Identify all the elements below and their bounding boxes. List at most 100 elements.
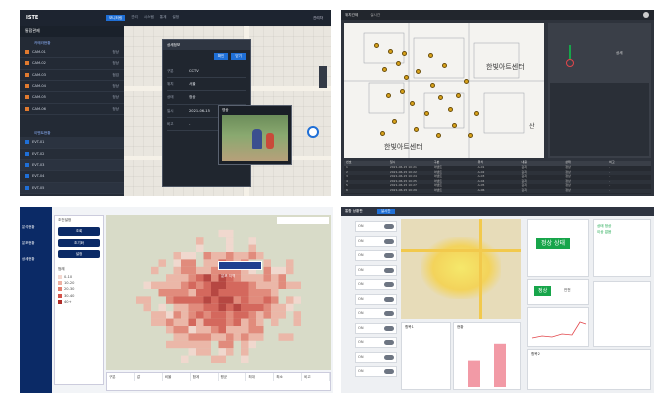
p3-sidebar-item[interactable]: 분포현황 xyxy=(20,235,52,251)
camera-row[interactable]: CAM-02 정상 xyxy=(20,58,124,70)
toggle-switch[interactable] xyxy=(384,354,394,360)
top-header: ISTE 모니터링 관리 시스템 통계 설정 관리자 xyxy=(20,10,331,26)
top-tab[interactable]: 통계 xyxy=(160,15,167,21)
map-marker[interactable] xyxy=(468,133,473,138)
p3-sidebar-item[interactable]: 분석현황 xyxy=(20,219,52,235)
p3-map[interactable]: 분포 지역 xyxy=(106,215,331,370)
group-event[interactable]: 이벤트현황 xyxy=(20,125,124,137)
toggle-switch[interactable] xyxy=(384,238,394,244)
map-marker[interactable] xyxy=(428,53,433,58)
top-tab[interactable]: 설정 xyxy=(172,15,179,21)
camera-row[interactable]: CAM-03 점검 xyxy=(20,70,124,82)
camera-row[interactable]: CAM-04 정상 xyxy=(20,81,124,93)
heat-cell xyxy=(181,252,189,260)
heat-cell xyxy=(166,289,174,297)
chart-bar xyxy=(494,343,506,387)
map-marker[interactable] xyxy=(436,133,441,138)
heat-cell xyxy=(241,348,249,356)
map-marker[interactable] xyxy=(430,83,435,88)
map-marker[interactable] xyxy=(392,119,397,124)
group-camera[interactable]: 카메라현황 xyxy=(20,37,124,47)
heat-cell xyxy=(278,281,286,289)
p4-chart-title: 현황 xyxy=(457,325,464,329)
heat-cell xyxy=(248,274,256,282)
camera-row[interactable]: CAM-05 정상 xyxy=(20,92,124,104)
toggle-switch[interactable] xyxy=(384,282,394,287)
alert-marker[interactable] xyxy=(566,59,574,67)
heat-cell xyxy=(173,303,181,312)
popup-close-button[interactable]: 닫기 xyxy=(231,53,246,60)
location-marker[interactable] xyxy=(307,126,319,138)
p3-filter-button[interactable]: 조회 xyxy=(58,227,100,236)
heat-cell xyxy=(256,296,264,304)
popup-confirm-button[interactable]: 확인 xyxy=(213,53,229,60)
p4-map[interactable] xyxy=(401,219,521,319)
map-marker[interactable] xyxy=(382,67,387,72)
p3-filter-button[interactable]: 초기화 xyxy=(58,238,100,247)
map-marker[interactable] xyxy=(416,69,421,74)
heat-cell xyxy=(218,326,226,334)
map-marker[interactable] xyxy=(456,93,461,98)
map-marker[interactable] xyxy=(410,101,415,106)
map-marker[interactable] xyxy=(400,89,405,94)
zoom-controls[interactable] xyxy=(319,66,327,88)
map-marker[interactable] xyxy=(374,43,379,48)
map-marker[interactable] xyxy=(386,93,391,98)
toggle-switch[interactable] xyxy=(384,340,394,345)
map-marker[interactable] xyxy=(442,63,447,68)
event-row[interactable]: EVT-01 xyxy=(20,137,124,149)
map-marker[interactable] xyxy=(452,123,457,128)
top-tab[interactable]: 모니터링 xyxy=(106,14,126,22)
map-marker[interactable] xyxy=(448,107,453,112)
p4-tab[interactable]: 실시간 xyxy=(376,209,395,214)
camera-name: CAM-06 xyxy=(32,106,46,111)
settings-icon[interactable] xyxy=(643,12,649,18)
map-marker[interactable] xyxy=(404,75,409,80)
map-marker[interactable] xyxy=(474,111,479,116)
event-row[interactable]: EVT-06 xyxy=(20,193,124,196)
event-row[interactable]: EVT-05 xyxy=(20,182,124,194)
map-marker[interactable] xyxy=(388,49,393,54)
toggle-switch[interactable] xyxy=(384,369,394,374)
top-tab[interactable]: 시스템 xyxy=(144,15,154,21)
heat-cell xyxy=(218,340,226,349)
top-tab[interactable]: 관리 xyxy=(131,15,138,21)
left-sidebar: 통합관제 카메라현황 CAM-01 정상 CAM-02 정상 CAM-03 점검 CAM-0… xyxy=(20,26,124,196)
toggle-switch[interactable] xyxy=(384,253,394,258)
event-row[interactable]: EVT-02 xyxy=(20,148,124,160)
toggle-switch[interactable] xyxy=(384,296,394,302)
map-marker[interactable] xyxy=(424,111,429,116)
event-row[interactable]: EVT-03 xyxy=(20,159,124,172)
table-row[interactable]: 6 2021-06-15 10:29 이벤트 A-06 감지 정상 - xyxy=(344,188,651,193)
map-marker[interactable] xyxy=(414,127,419,132)
heat-cell xyxy=(241,274,249,282)
heat-cell xyxy=(248,303,256,312)
p3-sidebar-item[interactable]: 상세현황 xyxy=(20,251,52,267)
p4-control-row: ON xyxy=(355,264,397,276)
logo[interactable]: ISTE xyxy=(26,15,66,21)
event-name: EVT-02 xyxy=(32,151,45,156)
p3-map-tools[interactable] xyxy=(277,217,329,224)
map-marker[interactable] xyxy=(380,131,385,136)
p2-map[interactable]: 한빛아트센터 산 한빛아트센터 xyxy=(344,23,544,158)
map-marker[interactable] xyxy=(402,51,407,56)
heat-cell xyxy=(158,311,166,319)
toggle-switch[interactable] xyxy=(384,267,394,273)
map-marker[interactable] xyxy=(464,79,469,84)
toggle-switch[interactable] xyxy=(384,311,394,316)
p4-status-card: 정상 상태 xyxy=(527,219,589,277)
event-row[interactable]: EVT-04 xyxy=(20,171,124,183)
toggle-switch[interactable] xyxy=(384,224,394,229)
map-marker[interactable] xyxy=(438,95,443,100)
panel-heatmap: 분석현황 분포현황 상세현황 조건설정 조회 초기화 설정 범례 0-10 10-20 20… xyxy=(20,207,333,393)
p2-subtitle[interactable]: 실시간 xyxy=(370,13,380,17)
camera-row[interactable]: CAM-06 정상 xyxy=(20,104,124,115)
camera-row[interactable]: CAM-01 정상 xyxy=(20,47,124,59)
toggle-switch[interactable] xyxy=(384,325,394,331)
p3-filter-button[interactable]: 설정 xyxy=(58,249,100,259)
user-menu[interactable]: 관리자 xyxy=(313,16,323,20)
video-popup[interactable]: 영상 xyxy=(218,105,292,165)
heat-cell xyxy=(218,318,226,326)
map-marker[interactable] xyxy=(396,61,401,66)
p3-legend-swatch xyxy=(58,274,62,279)
